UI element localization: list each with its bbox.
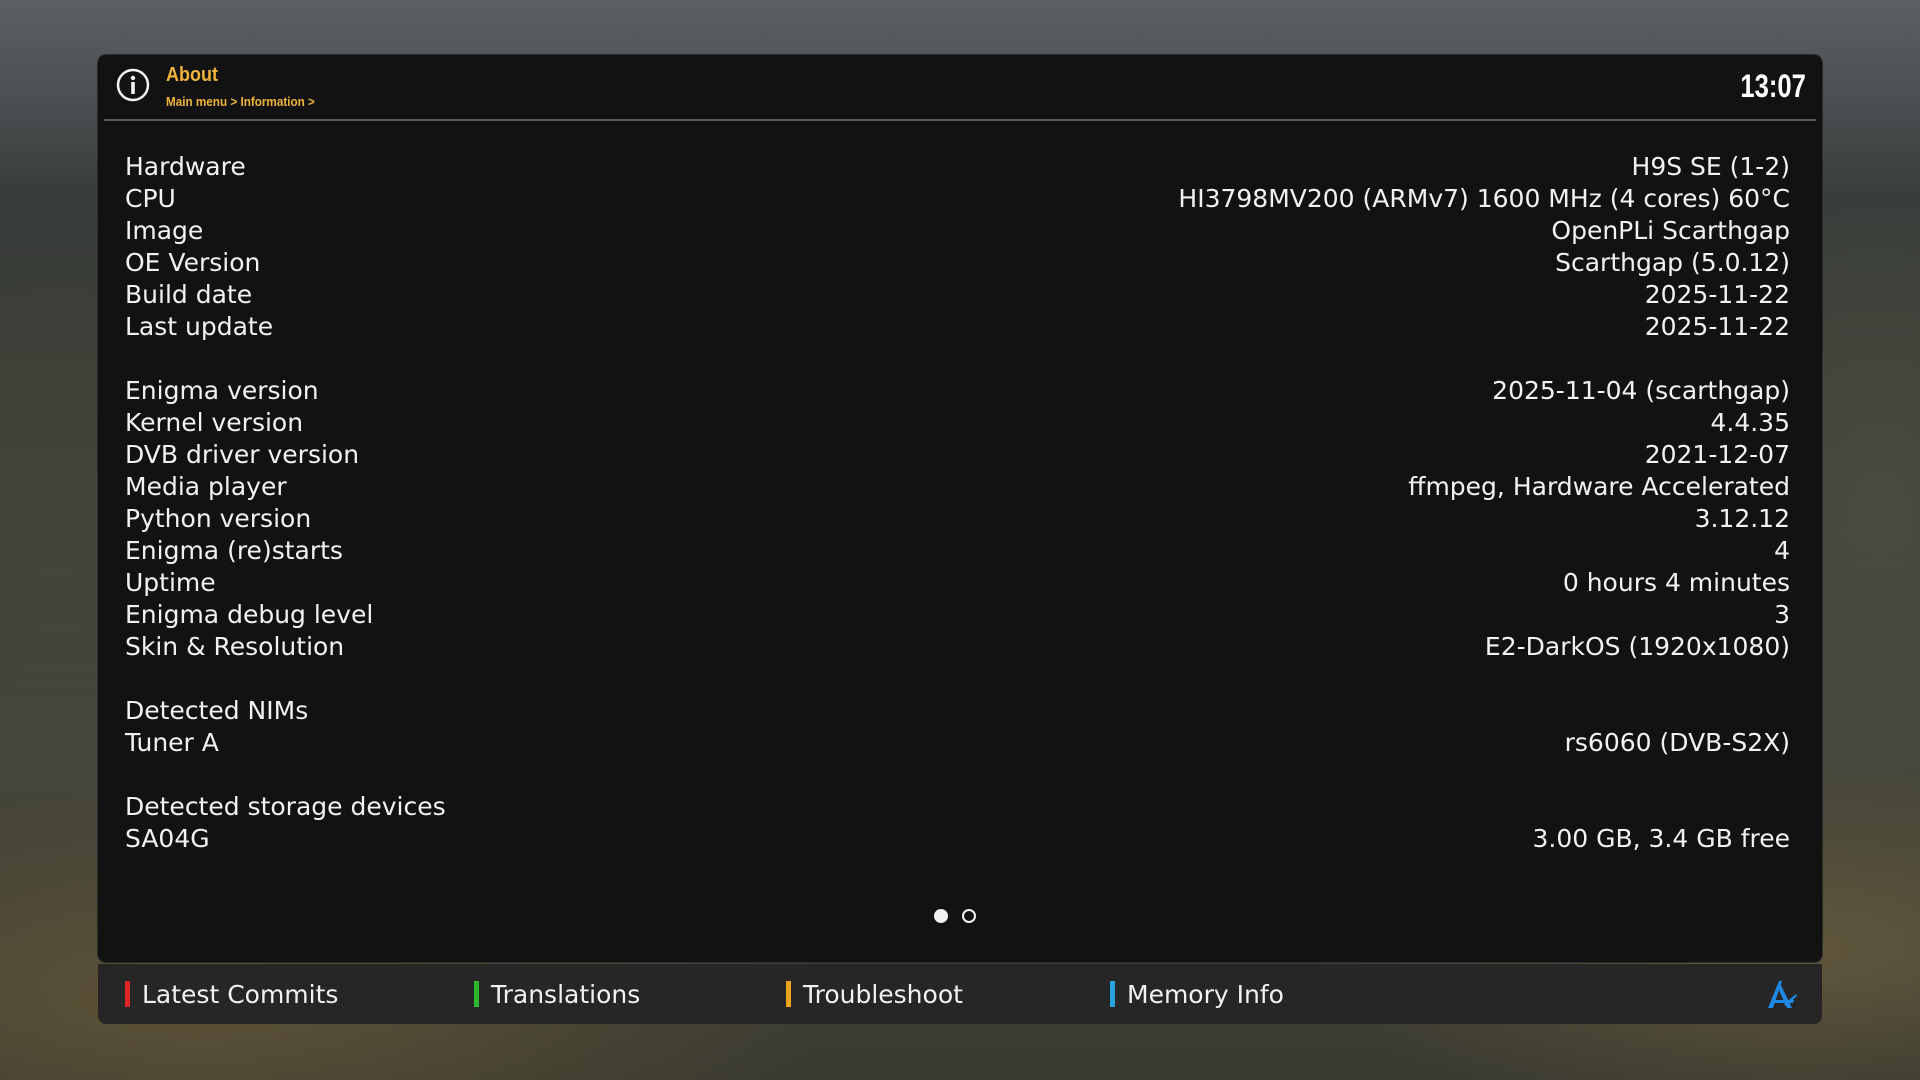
- info-label: Hardware: [125, 152, 246, 181]
- info-label: Detected storage devices: [125, 792, 446, 821]
- info-row: Detected NIMs: [125, 695, 1790, 727]
- blue-key-color-bar: [1110, 981, 1115, 1007]
- red-key-label: Latest Commits: [142, 979, 339, 1009]
- green-key-label: Translations: [491, 979, 641, 1009]
- info-label: Python version: [125, 504, 312, 533]
- info-row: Enigma (re)starts 4: [125, 535, 1790, 567]
- page-indicator: [934, 909, 976, 923]
- info-row: Hardware H9S SE (1-2): [125, 151, 1790, 183]
- info-value: OpenPLi Scarthgap: [1551, 216, 1790, 245]
- red-key-color-bar: [125, 981, 130, 1007]
- info-row: SA04G 3.00 GB, 3.4 GB free: [125, 823, 1790, 855]
- section-spacer: [125, 343, 1790, 375]
- info-row: Kernel version 4.4.35: [125, 407, 1790, 439]
- info-label: Detected NIMs: [125, 696, 309, 725]
- blue-key-label: Memory Info: [1127, 979, 1284, 1009]
- info-label: SA04G: [125, 824, 210, 853]
- info-label: Uptime: [125, 568, 216, 597]
- clock: 13:07: [1740, 68, 1806, 104]
- info-value: ffmpeg, Hardware Accelerated: [1408, 472, 1790, 501]
- green-key-color-bar: [474, 981, 479, 1007]
- info-row: Detected storage devices: [125, 791, 1790, 823]
- blue-key-memory-info[interactable]: Memory Info: [1110, 978, 1284, 1010]
- info-label: Enigma debug level: [125, 600, 374, 629]
- info-value: 2025-11-04 (scarthgap): [1492, 376, 1790, 405]
- green-key-translations[interactable]: Translations: [474, 978, 640, 1010]
- section-spacer: [125, 759, 1790, 791]
- info-label: Build date: [125, 280, 253, 309]
- info-label: Enigma version: [125, 376, 319, 405]
- info-row: OE Version Scarthgap (5.0.12): [125, 247, 1790, 279]
- page-title: About: [166, 64, 218, 86]
- info-row: Image OpenPLi Scarthgap: [125, 215, 1790, 247]
- info-value: HI3798MV200 (ARMv7) 1600 MHz (4 cores) 6…: [1178, 184, 1790, 213]
- info-value: 2025-11-22: [1644, 312, 1790, 341]
- section-spacer: [125, 663, 1790, 695]
- info-value: 2025-11-22: [1644, 280, 1790, 309]
- info-value: 3.00 GB, 3.4 GB free: [1532, 824, 1791, 853]
- info-row: Python version 3.12.12: [125, 503, 1790, 535]
- info-row: CPU HI3798MV200 (ARMv7) 1600 MHz (4 cores…: [125, 183, 1790, 215]
- info-value: 3: [1774, 600, 1790, 629]
- red-key-latest-commits[interactable]: Latest Commits: [125, 978, 338, 1010]
- header: About Main menu > Information > 13:07: [98, 55, 1822, 119]
- info-value: Scarthgap (5.0.12): [1555, 248, 1790, 277]
- info-value: rs6060 (DVB-S2X): [1564, 728, 1790, 757]
- info-label: Media player: [125, 472, 287, 501]
- info-label: OE Version: [125, 248, 261, 277]
- openpli-logo-icon: [1768, 981, 1797, 1008]
- info-value: 4.4.35: [1710, 408, 1790, 437]
- info-row: Build date 2025-11-22: [125, 279, 1790, 311]
- page-dot: [962, 909, 976, 923]
- info-value: E2-DarkOS (1920x1080): [1484, 632, 1790, 661]
- info-row: Media player ffmpeg, Hardware Accelerated: [125, 471, 1790, 503]
- about-window: About Main menu > Information > 13:07 Ha…: [98, 55, 1822, 962]
- yellow-key-color-bar: [786, 981, 791, 1007]
- info-row: Skin & Resolution E2-DarkOS (1920x1080): [125, 631, 1790, 663]
- yellow-key-label: Troubleshoot: [803, 979, 963, 1009]
- info-value: 4: [1774, 536, 1790, 565]
- info-row: Last update 2025-11-22: [125, 311, 1790, 343]
- footer-bar: Latest Commits Translations Troubleshoot…: [98, 964, 1822, 1024]
- page-dot: [934, 909, 948, 923]
- info-icon: [116, 68, 150, 102]
- info-row: Enigma debug level 3: [125, 599, 1790, 631]
- info-label: DVB driver version: [125, 440, 360, 469]
- info-label: Tuner A: [125, 728, 219, 757]
- info-label: Image: [125, 216, 204, 245]
- info-label: Kernel version: [125, 408, 304, 437]
- info-value: 0 hours 4 minutes: [1562, 568, 1790, 597]
- info-label: Skin & Resolution: [125, 632, 345, 661]
- info-value: 3.12.12: [1694, 504, 1790, 533]
- info-row: Uptime 0 hours 4 minutes: [125, 567, 1790, 599]
- info-value: H9S SE (1-2): [1631, 152, 1790, 181]
- yellow-key-troubleshoot[interactable]: Troubleshoot: [786, 978, 963, 1010]
- info-label: CPU: [125, 184, 176, 213]
- info-row: DVB driver version 2021-12-07: [125, 439, 1790, 471]
- info-value: 2021-12-07: [1644, 440, 1790, 469]
- breadcrumb: Main menu > Information >: [166, 94, 315, 109]
- info-label: Last update: [125, 312, 274, 341]
- info-list: Hardware H9S SE (1-2) CPU HI3798MV200 (ARMv…: [125, 151, 1790, 855]
- header-divider: [104, 119, 1816, 121]
- info-label: Enigma (re)starts: [125, 536, 343, 565]
- info-row: Enigma version 2025-11-04 (scarthgap): [125, 375, 1790, 407]
- info-row: Tuner A rs6060 (DVB-S2X): [125, 727, 1790, 759]
